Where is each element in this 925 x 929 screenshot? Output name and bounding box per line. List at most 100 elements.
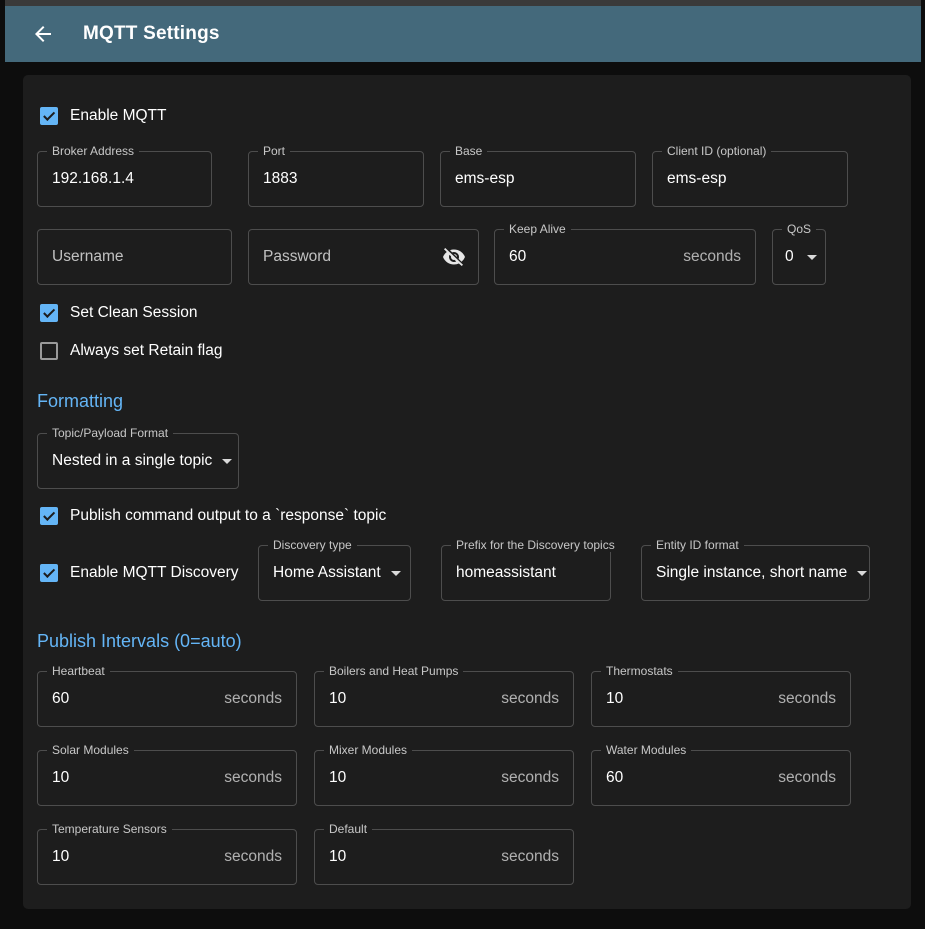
field-label: Water Modules (601, 743, 691, 757)
field-suffix: seconds (778, 769, 850, 787)
select-value: Single instance, short name (656, 564, 847, 582)
field-label: Mixer Modules (324, 743, 412, 757)
field-suffix: seconds (683, 248, 755, 266)
chevron-down-icon (857, 571, 867, 576)
chevron-down-icon (807, 255, 817, 260)
checkbox-icon (40, 564, 58, 582)
checkbox-label: Publish command output to a `response` t… (70, 507, 386, 525)
checkbox-icon (40, 304, 58, 322)
field-label: Broker Address (47, 144, 139, 158)
field-label: Temperature Sensors (47, 822, 172, 836)
client-id-input[interactable] (653, 152, 847, 206)
field-label: Client ID (optional) (662, 144, 771, 158)
water-modules-interval-input[interactable] (592, 751, 778, 805)
visibility-off-icon (442, 245, 466, 269)
page-title: MQTT Settings (83, 23, 220, 45)
checkbox-icon (40, 507, 58, 525)
checkbox-label: Always set Retain flag (70, 342, 223, 360)
interval-field-boilers-heat-pumps: Boilers and Heat Pumpsseconds (314, 671, 574, 727)
default-interval-input[interactable] (315, 830, 501, 884)
field-label: Entity ID format (651, 538, 744, 552)
field-label: Solar Modules (47, 743, 134, 757)
interval-field-solar-modules: Solar Modulesseconds (37, 750, 297, 806)
chevron-down-icon (391, 571, 401, 576)
discovery-prefix-field: Prefix for the Discovery topics (441, 545, 611, 601)
field-label: Default (324, 822, 372, 836)
field-label: Heartbeat (47, 664, 110, 678)
enable-mqtt-checkbox[interactable]: Enable MQTT (37, 107, 897, 125)
broker-settings-row: Broker Address Port Base Client ID (opti… (37, 151, 897, 207)
discovery-type-select[interactable]: Discovery type Home Assistant (258, 545, 411, 601)
settings-card: Enable MQTT Broker Address Port Base Cli… (23, 75, 911, 909)
field-suffix: seconds (224, 848, 296, 866)
arrow-left-icon (31, 22, 55, 46)
base-field: Base (440, 151, 636, 207)
mixer-modules-interval-input[interactable] (315, 751, 501, 805)
topic-format-row: Topic/Payload Format Nested in a single … (37, 433, 897, 489)
temperature-sensors-interval-input[interactable] (38, 830, 224, 884)
checkbox-label: Set Clean Session (70, 304, 198, 322)
interval-field-temperature-sensors: Temperature Sensorsseconds (37, 829, 297, 885)
solar-modules-interval-input[interactable] (38, 751, 224, 805)
interval-field-water-modules: Water Modulesseconds (591, 750, 851, 806)
field-label: Keep Alive (504, 222, 571, 236)
appbar: MQTT Settings (5, 6, 921, 62)
field-suffix: seconds (501, 848, 573, 866)
field-label: QoS (782, 222, 816, 236)
field-suffix: seconds (224, 769, 296, 787)
chevron-down-icon (222, 459, 232, 464)
formatting-heading: Formatting (37, 391, 897, 412)
toggle-password-visibility-button[interactable] (442, 245, 466, 269)
keep-alive-input[interactable] (495, 230, 683, 284)
field-label: Boilers and Heat Pumps (324, 664, 463, 678)
checkbox-label: Enable MQTT Discovery (70, 564, 239, 582)
select-value: Home Assistant (273, 564, 381, 582)
boilers-heat-pumps-interval-input[interactable] (315, 672, 501, 726)
checkbox-label: Enable MQTT (70, 107, 166, 125)
port-input[interactable] (249, 152, 423, 206)
password-field (248, 229, 479, 285)
username-field (37, 229, 232, 285)
credentials-row: Keep Alive seconds QoS 0 (37, 229, 897, 285)
field-label: Thermostats (601, 664, 678, 678)
discovery-row: Enable MQTT Discovery Discovery type Hom… (37, 545, 897, 601)
topic-payload-format-select[interactable]: Topic/Payload Format Nested in a single … (37, 433, 239, 489)
field-label: Base (450, 144, 487, 158)
field-suffix: seconds (778, 690, 850, 708)
field-suffix: seconds (224, 690, 296, 708)
select-value: 0 (785, 248, 794, 266)
field-label: Topic/Payload Format (47, 426, 173, 440)
retain-flag-checkbox[interactable]: Always set Retain flag (37, 342, 897, 360)
interval-field-default: Defaultseconds (314, 829, 574, 885)
base-input[interactable] (441, 152, 635, 206)
checkbox-icon (40, 107, 58, 125)
port-field: Port (248, 151, 424, 207)
publish-response-checkbox[interactable]: Publish command output to a `response` t… (37, 507, 897, 525)
client-id-field: Client ID (optional) (652, 151, 848, 207)
field-label: Prefix for the Discovery topics (451, 538, 620, 552)
field-suffix: seconds (501, 690, 573, 708)
broker-address-input[interactable] (38, 152, 211, 206)
keep-alive-field: Keep Alive seconds (494, 229, 756, 285)
interval-field-mixer-modules: Mixer Modulesseconds (314, 750, 574, 806)
field-suffix: seconds (501, 769, 573, 787)
publish-intervals-heading: Publish Intervals (0=auto) (37, 631, 897, 652)
checkbox-icon (40, 342, 58, 360)
field-label: Port (258, 144, 290, 158)
select-value: Nested in a single topic (52, 452, 212, 470)
qos-select[interactable]: QoS 0 (772, 229, 826, 285)
broker-address-field: Broker Address (37, 151, 212, 207)
interval-field-thermostats: Thermostatsseconds (591, 671, 851, 727)
discovery-prefix-input[interactable] (442, 546, 610, 600)
field-label: Discovery type (268, 538, 357, 552)
publish-intervals-grid: Heartbeatseconds Boilers and Heat Pumpsse… (37, 671, 897, 885)
heartbeat-interval-input[interactable] (38, 672, 224, 726)
interval-field-heartbeat: Heartbeatseconds (37, 671, 297, 727)
username-input[interactable] (38, 230, 231, 284)
password-input[interactable] (249, 230, 442, 284)
clean-session-checkbox[interactable]: Set Clean Session (37, 304, 897, 322)
entity-id-format-select[interactable]: Entity ID format Single instance, short … (641, 545, 870, 601)
enable-discovery-checkbox[interactable]: Enable MQTT Discovery (37, 564, 258, 582)
back-button[interactable] (31, 22, 55, 46)
thermostats-interval-input[interactable] (592, 672, 778, 726)
